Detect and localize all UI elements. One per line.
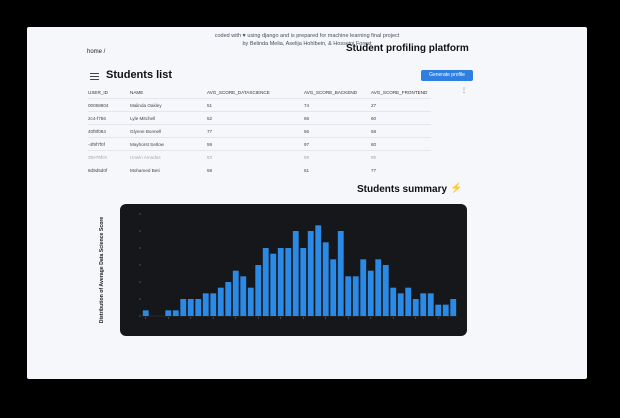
histogram-bar[interactable] — [232, 270, 239, 316]
table-row[interactable]: -4f9f7f0f Mayhorst Setlow 59 97 80 — [88, 137, 431, 151]
cell-name: Lyle Mitchell — [130, 111, 207, 125]
histogram-bar[interactable] — [187, 299, 194, 316]
histogram-bar[interactable] — [390, 287, 397, 316]
cell-frontend: 27 — [371, 98, 431, 112]
histogram-bar[interactable] — [262, 248, 269, 316]
histogram-bar[interactable] — [360, 259, 367, 316]
cell-user-id: 2c4-f786 — [88, 111, 130, 125]
table-header-row: USER_ID NAME AVG_SCORE_DATASCIENCE AVG_S… — [88, 87, 431, 99]
cell-frontend: 58 — [371, 124, 431, 138]
table-row[interactable]: 00068804 Malinda Oakley 51 74 27 — [88, 98, 431, 112]
cell-user-id: 8d9d5d0f — [88, 163, 130, 176]
cell-user-id: 00068804 — [88, 98, 130, 112]
histogram-bar[interactable] — [405, 287, 412, 316]
more-options-icon[interactable]: ⋮ — [461, 87, 467, 94]
histogram-bar[interactable] — [165, 310, 172, 316]
column-header-name[interactable]: NAME — [130, 87, 207, 99]
table-row[interactable]: 8d9d5d0f Mohamed Beti 58 61 77 — [88, 163, 431, 176]
histogram-bar[interactable] — [202, 293, 209, 316]
cell-name: Mohamed Beti — [130, 163, 207, 176]
students-list-title: Students list — [106, 69, 173, 81]
chart-y-axis-label-wrap: Distribution of Average Data Science Sco… — [96, 205, 108, 335]
histogram-bar[interactable] — [277, 248, 284, 316]
cell-datascience: 59 — [207, 137, 304, 151]
histogram-bar[interactable] — [412, 299, 419, 316]
page-title: Student profiling platform — [346, 43, 469, 54]
cell-name: Malinda Oakley — [130, 98, 207, 112]
histogram-bar[interactable] — [172, 310, 179, 316]
table-row[interactable]: 2c4-f786 Lyle Mitchell 52 66 60 — [88, 111, 431, 125]
credit-line-1: coded with ♥ using django and is prepare… — [214, 33, 400, 39]
cell-frontend: 80 — [371, 137, 431, 151]
histogram-bar[interactable] — [330, 259, 337, 316]
cell-backend: 61 — [304, 163, 371, 176]
credit-line-2: by Belinda Melia, Aselija Hohlbein, & Ho… — [242, 41, 372, 47]
histogram-bar[interactable] — [427, 293, 434, 316]
histogram-bar[interactable] — [450, 299, 457, 316]
students-summary-title: Students summary — [357, 184, 448, 195]
table-row[interactable]: 40f8f084 Glynne Bonnell 77 56 58 — [88, 124, 431, 138]
histogram-bar[interactable] — [382, 265, 389, 316]
cell-name: Mayhorst Setlow — [130, 137, 207, 151]
histogram-bar[interactable] — [352, 276, 359, 316]
histogram-bar[interactable] — [337, 231, 344, 316]
histogram-bar[interactable] — [345, 276, 352, 316]
histogram-bar[interactable] — [397, 293, 404, 316]
cell-name: Glynne Bonnell — [130, 124, 207, 138]
histogram-chart — [139, 213, 457, 319]
cell-backend: 66 — [304, 111, 371, 125]
histogram-bar[interactable] — [322, 242, 329, 316]
histogram-bar[interactable] — [300, 248, 307, 316]
histogram-bar[interactable] — [270, 253, 277, 316]
column-header-avg-backend[interactable]: AVG_SCORE_BACKEND — [304, 87, 371, 99]
cell-user-id: -4f9f7f0f — [88, 137, 130, 151]
histogram-chart-panel — [120, 204, 467, 336]
lightning-bolt-icon[interactable]: ⚡ — [450, 183, 462, 194]
histogram-bar[interactable] — [367, 270, 374, 316]
cell-user-id: 40f8f084 — [88, 124, 130, 138]
histogram-bar[interactable] — [315, 225, 322, 316]
cell-backend: 97 — [304, 137, 371, 151]
histogram-bar[interactable] — [142, 310, 149, 316]
histogram-bar[interactable] — [180, 299, 187, 316]
histogram-bar[interactable] — [255, 265, 262, 316]
histogram-bar[interactable] — [210, 293, 217, 316]
cell-backend: 74 — [304, 98, 371, 112]
chart-y-axis-label: Distribution of Average Data Science Sco… — [99, 216, 105, 324]
table-scroll-fade — [88, 150, 478, 164]
breadcrumb[interactable]: home / — [87, 49, 105, 55]
column-header-avg-datascience[interactable]: AVG_SCORE_DATASCIENCE — [207, 87, 304, 99]
cell-frontend: 60 — [371, 111, 431, 125]
histogram-bar[interactable] — [435, 304, 442, 316]
cell-datascience: 51 — [207, 98, 304, 112]
credit-text: coded with ♥ using django and is prepare… — [27, 32, 587, 48]
column-header-user-id[interactable]: USER_ID — [88, 87, 130, 99]
histogram-bar[interactable] — [375, 259, 382, 316]
histogram-bar[interactable] — [420, 293, 427, 316]
histogram-bar[interactable] — [247, 287, 254, 316]
histogram-bar[interactable] — [292, 231, 299, 316]
histogram-bar[interactable] — [217, 287, 224, 316]
histogram-bar[interactable] — [307, 231, 314, 316]
cell-frontend: 77 — [371, 163, 431, 176]
histogram-bar[interactable] — [442, 304, 449, 316]
histogram-bar[interactable] — [285, 248, 292, 316]
histogram-bar[interactable] — [195, 299, 202, 316]
generate-profile-button[interactable]: Generate profile — [421, 70, 473, 81]
cell-datascience: 52 — [207, 111, 304, 125]
column-header-avg-frontend[interactable]: AVG_SCORE_FRONTEND — [371, 87, 431, 99]
cell-backend: 56 — [304, 124, 371, 138]
cell-datascience: 77 — [207, 124, 304, 138]
histogram-bar[interactable] — [225, 282, 232, 316]
cell-datascience: 58 — [207, 163, 304, 176]
hamburger-menu-icon[interactable] — [90, 73, 99, 80]
histogram-bar[interactable] — [240, 276, 247, 316]
